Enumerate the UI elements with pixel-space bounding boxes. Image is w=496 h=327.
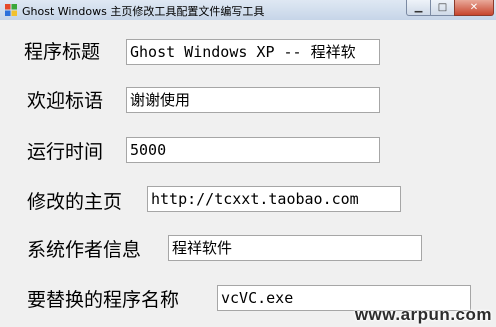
maximize-button[interactable]: □: [430, 0, 455, 16]
close-button[interactable]: ✕: [454, 0, 494, 16]
homepage-label: 修改的主页: [27, 191, 123, 213]
maximize-icon: □: [437, 2, 448, 13]
close-icon: ✕: [469, 2, 479, 13]
run-time-label: 运行时间: [27, 141, 104, 163]
app-window-icon: [5, 4, 17, 16]
run-time-input[interactable]: 5000: [126, 137, 380, 163]
minimize-button[interactable]: ▁: [406, 0, 431, 16]
title-bar: Ghost Windows 主页修改工具配置文件编写工具 ▁ □ ✕: [0, 0, 496, 21]
author-info-input[interactable]: 程祥软件: [168, 235, 422, 261]
program-title-input[interactable]: Ghost Windows XP -- 程祥软: [126, 39, 380, 65]
welcome-slogan-label: 欢迎标语: [27, 90, 104, 112]
homepage-input[interactable]: http://tcxxt.taobao.com: [147, 186, 401, 212]
config-form: 程序标题 Ghost Windows XP -- 程祥软 欢迎标语 谢谢使用 运…: [0, 20, 496, 327]
program-title-label: 程序标题: [24, 41, 101, 63]
window-title: Ghost Windows 主页修改工具配置文件编写工具: [22, 5, 265, 18]
program-name-label: 要替换的程序名称: [27, 289, 180, 311]
welcome-slogan-input[interactable]: 谢谢使用: [126, 87, 380, 113]
author-info-label: 系统作者信息: [27, 239, 142, 261]
site-watermark: www.arpun.com: [354, 305, 492, 324]
minimize-icon: ▁: [414, 2, 423, 13]
